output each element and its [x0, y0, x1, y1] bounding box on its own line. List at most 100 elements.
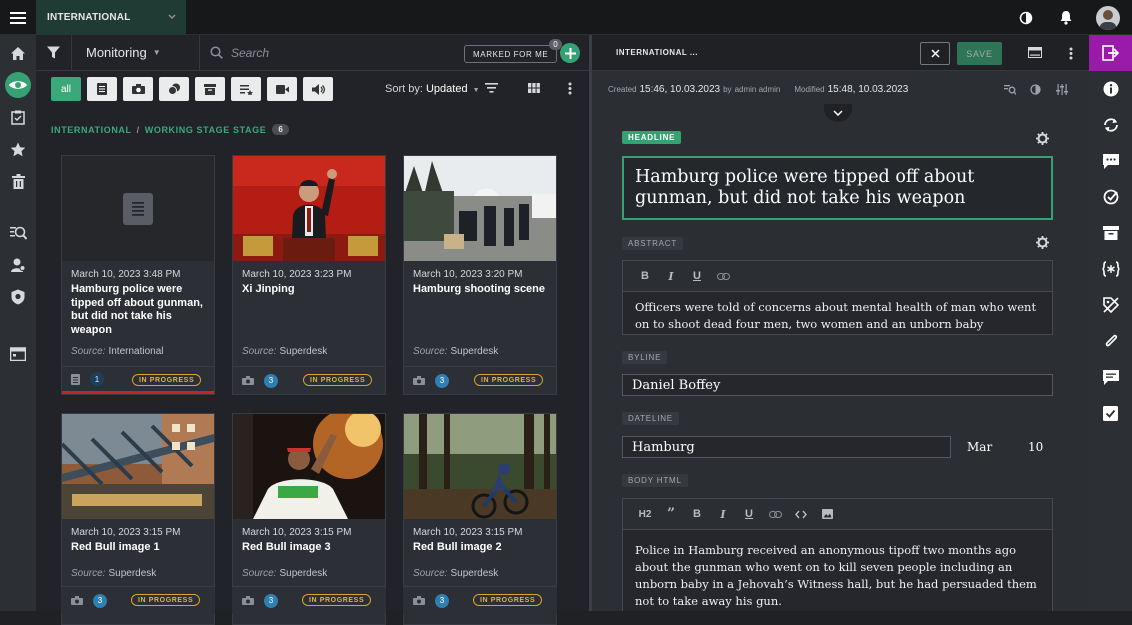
home-icon[interactable]	[0, 37, 36, 69]
state-badge: IN PROGRESS	[302, 594, 372, 606]
breadcrumb-separator: /	[136, 124, 140, 135]
close-button[interactable]	[920, 42, 950, 65]
dateline-month[interactable]: Mar	[967, 440, 992, 454]
more-options-icon[interactable]	[1069, 47, 1073, 60]
bold-button[interactable]: B	[632, 266, 658, 286]
more-options-icon[interactable]	[568, 82, 572, 95]
underline-button[interactable]: U	[736, 504, 762, 524]
dateline-city-field[interactable]: Hamburg	[622, 436, 951, 458]
star-icon[interactable]	[0, 133, 36, 165]
monitoring-title: Monitoring	[86, 45, 147, 60]
abstract-field[interactable]: Officers were told of concerns about men…	[622, 291, 1053, 335]
filter-icon[interactable]	[36, 34, 72, 71]
state-badge: IN PROGRESS	[473, 594, 543, 606]
desk-selector[interactable]: INTERNATIONAL	[36, 0, 186, 35]
theme-toggle-icon[interactable]	[1016, 8, 1036, 28]
monitoring-eye-icon[interactable]	[0, 69, 36, 101]
source-value: Superdesk	[450, 568, 499, 579]
search-content-icon[interactable]	[0, 217, 36, 249]
packages-tag-icon[interactable]	[1089, 287, 1132, 323]
chevron-down-icon	[168, 14, 176, 20]
state-badge: IN PROGRESS	[132, 374, 202, 386]
code-button[interactable]	[788, 504, 814, 524]
find-replace-icon[interactable]	[1004, 84, 1016, 95]
shield-icon[interactable]	[0, 281, 36, 313]
code-icon	[795, 510, 807, 518]
grid-view-icon[interactable]	[528, 83, 540, 94]
avatar[interactable]	[1096, 5, 1120, 30]
camera-icon	[131, 84, 145, 94]
headline-field[interactable]: Hamburg police were tipped off about gun…	[622, 156, 1053, 220]
italic-button[interactable]: I	[710, 504, 736, 524]
monitoring-view-selector[interactable]: Monitoring ▼	[72, 34, 200, 71]
filter-package-button[interactable]	[195, 77, 225, 101]
body-field[interactable]: Police in Hamburg received an anonymous …	[622, 529, 1053, 611]
filter-text-button[interactable]	[87, 77, 117, 101]
collapse-header-button[interactable]	[824, 104, 852, 122]
exit-icon[interactable]	[1089, 35, 1132, 71]
card-date: March 10, 2023 3:15 PM	[71, 527, 181, 538]
card-source: Source: International	[71, 346, 164, 357]
heading2-button[interactable]: H2	[632, 504, 658, 524]
breadcrumb-stage[interactable]: WORKING STAGE STAGE	[145, 125, 267, 135]
link-icon	[716, 272, 730, 280]
audio-icon	[311, 83, 325, 95]
marked-for-me-button[interactable]: MARKED FOR ME 0	[464, 39, 563, 63]
filter-picture-button[interactable]	[123, 77, 153, 101]
attachment-icon[interactable]	[1089, 323, 1132, 359]
italic-button[interactable]: I	[658, 266, 684, 286]
card-title: Xi Jinping	[242, 283, 295, 295]
send-to-icon[interactable]	[1089, 179, 1132, 215]
filter-video-button[interactable]	[267, 77, 297, 101]
image-button[interactable]	[814, 504, 840, 524]
abstract-label: ABSTRACT	[622, 237, 684, 250]
quote-button[interactable]: ”	[658, 504, 684, 524]
top-bar: INTERNATIONAL	[0, 0, 1132, 35]
minimize-icon[interactable]	[1028, 47, 1042, 58]
create-item-button[interactable]	[560, 43, 580, 63]
version-badge: 3	[93, 593, 107, 608]
content-card[interactable]: March 10, 2023 3:48 PM Hamburg police we…	[61, 155, 215, 395]
filter-audio-button[interactable]	[303, 77, 333, 101]
breadcrumb-desk[interactable]: INTERNATIONAL	[51, 125, 132, 135]
sort-order-icon[interactable]	[485, 81, 498, 94]
gear-icon[interactable]	[1036, 236, 1049, 249]
bold-button[interactable]: B	[684, 504, 710, 524]
trash-icon[interactable]	[0, 165, 36, 197]
adjustments-icon[interactable]	[1056, 84, 1068, 95]
filter-composite-button[interactable]	[159, 77, 189, 101]
bell-icon[interactable]	[1056, 8, 1076, 28]
calendar-icon[interactable]	[0, 337, 36, 369]
link-button[interactable]	[762, 504, 788, 524]
menu-icon[interactable]	[0, 0, 36, 35]
card-thumbnail	[404, 414, 556, 519]
gear-icon[interactable]	[1036, 132, 1049, 145]
link-button[interactable]	[710, 266, 736, 286]
filter-all-button[interactable]: all	[51, 77, 81, 101]
source-label: Source:	[71, 346, 106, 357]
info-icon[interactable]	[1089, 71, 1132, 107]
filter-spiked-button[interactable]	[231, 77, 261, 101]
content-card[interactable]: March 10, 2023 3:20 PM Hamburg shooting …	[403, 155, 557, 395]
versions-icon[interactable]	[1089, 107, 1132, 143]
inline-comments-icon[interactable]	[1089, 359, 1132, 395]
caret-down-icon: ▼	[472, 87, 480, 94]
chevron-down-icon	[833, 110, 843, 116]
underline-button[interactable]: U	[684, 266, 710, 286]
content-card[interactable]: March 10, 2023 3:23 PM Xi Jinping Source…	[232, 155, 386, 395]
video-icon	[275, 84, 289, 94]
suggestions-check-icon[interactable]	[1089, 395, 1132, 431]
save-button[interactable]: SAVE	[957, 42, 1002, 65]
byline-field[interactable]: Daniel Boffey	[622, 374, 1053, 396]
macros-icon[interactable]	[1089, 251, 1132, 287]
user-search-icon[interactable]	[0, 249, 36, 281]
dateline-day[interactable]: 10	[1028, 440, 1043, 454]
tasks-icon[interactable]	[0, 101, 36, 133]
headline-label: HEADLINE	[622, 131, 682, 144]
image-icon	[821, 509, 833, 519]
sort-dropdown[interactable]: Sort by: Updated ▼	[385, 83, 480, 95]
archive-icon[interactable]	[1089, 215, 1132, 251]
contrast-icon[interactable]	[1030, 84, 1041, 95]
modified-label: Modified	[794, 84, 825, 94]
comments-icon[interactable]	[1089, 143, 1132, 179]
